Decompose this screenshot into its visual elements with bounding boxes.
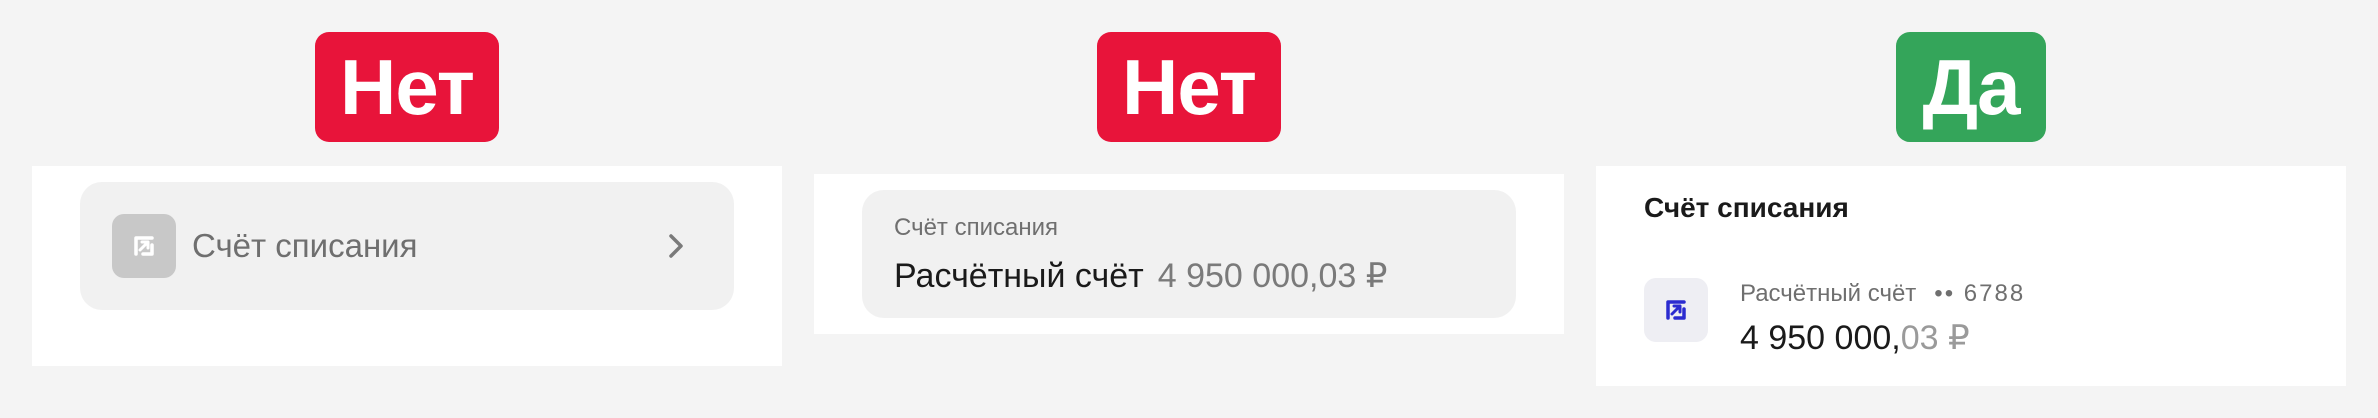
account-transfer-icon [112, 214, 176, 278]
debit-account-caption: Счёт списания [894, 214, 1058, 241]
account-transfer-icon[interactable] [1644, 278, 1708, 342]
good-example-badge: Да [1896, 32, 2046, 142]
account-balance: 4 950 000,03 ₽ [1740, 318, 1970, 358]
debit-account-label: Счёт списания [192, 227, 418, 264]
account-name: Расчётный счёт [1740, 280, 1917, 307]
balance-fraction: 03 ₽ [1900, 319, 1970, 357]
account-name: Расчётный счёт [894, 257, 1144, 295]
bad-example-badge: Нет [1097, 32, 1281, 142]
account-number-mask: •• 6788 [1934, 280, 2026, 307]
account-balance: 4 950 000,03 ₽ [1157, 257, 1388, 295]
chevron-right-icon [658, 228, 694, 264]
balance-main: 4 950 000, [1740, 319, 1901, 357]
example-panel-3: Счёт списания Расчётный счёт •• 6788 4 95… [1596, 166, 2346, 386]
debit-account-title: Счёт списания [1644, 192, 1849, 223]
example-panel-2: Счёт списания Расчётный счёт 4 950 000,03… [814, 174, 1564, 334]
example-panel-1: Счёт списания [32, 166, 782, 366]
debit-account-selector[interactable]: Счёт списания Расчётный счёт 4 950 000,03… [862, 190, 1516, 318]
account-row: Расчётный счёт 4 950 000,03 ₽ [894, 256, 1387, 296]
debit-account-selector[interactable]: Счёт списания [80, 182, 734, 310]
bad-example-badge: Нет [315, 32, 499, 142]
account-info[interactable]: Расчётный счёт •• 6788 [1740, 280, 2025, 308]
